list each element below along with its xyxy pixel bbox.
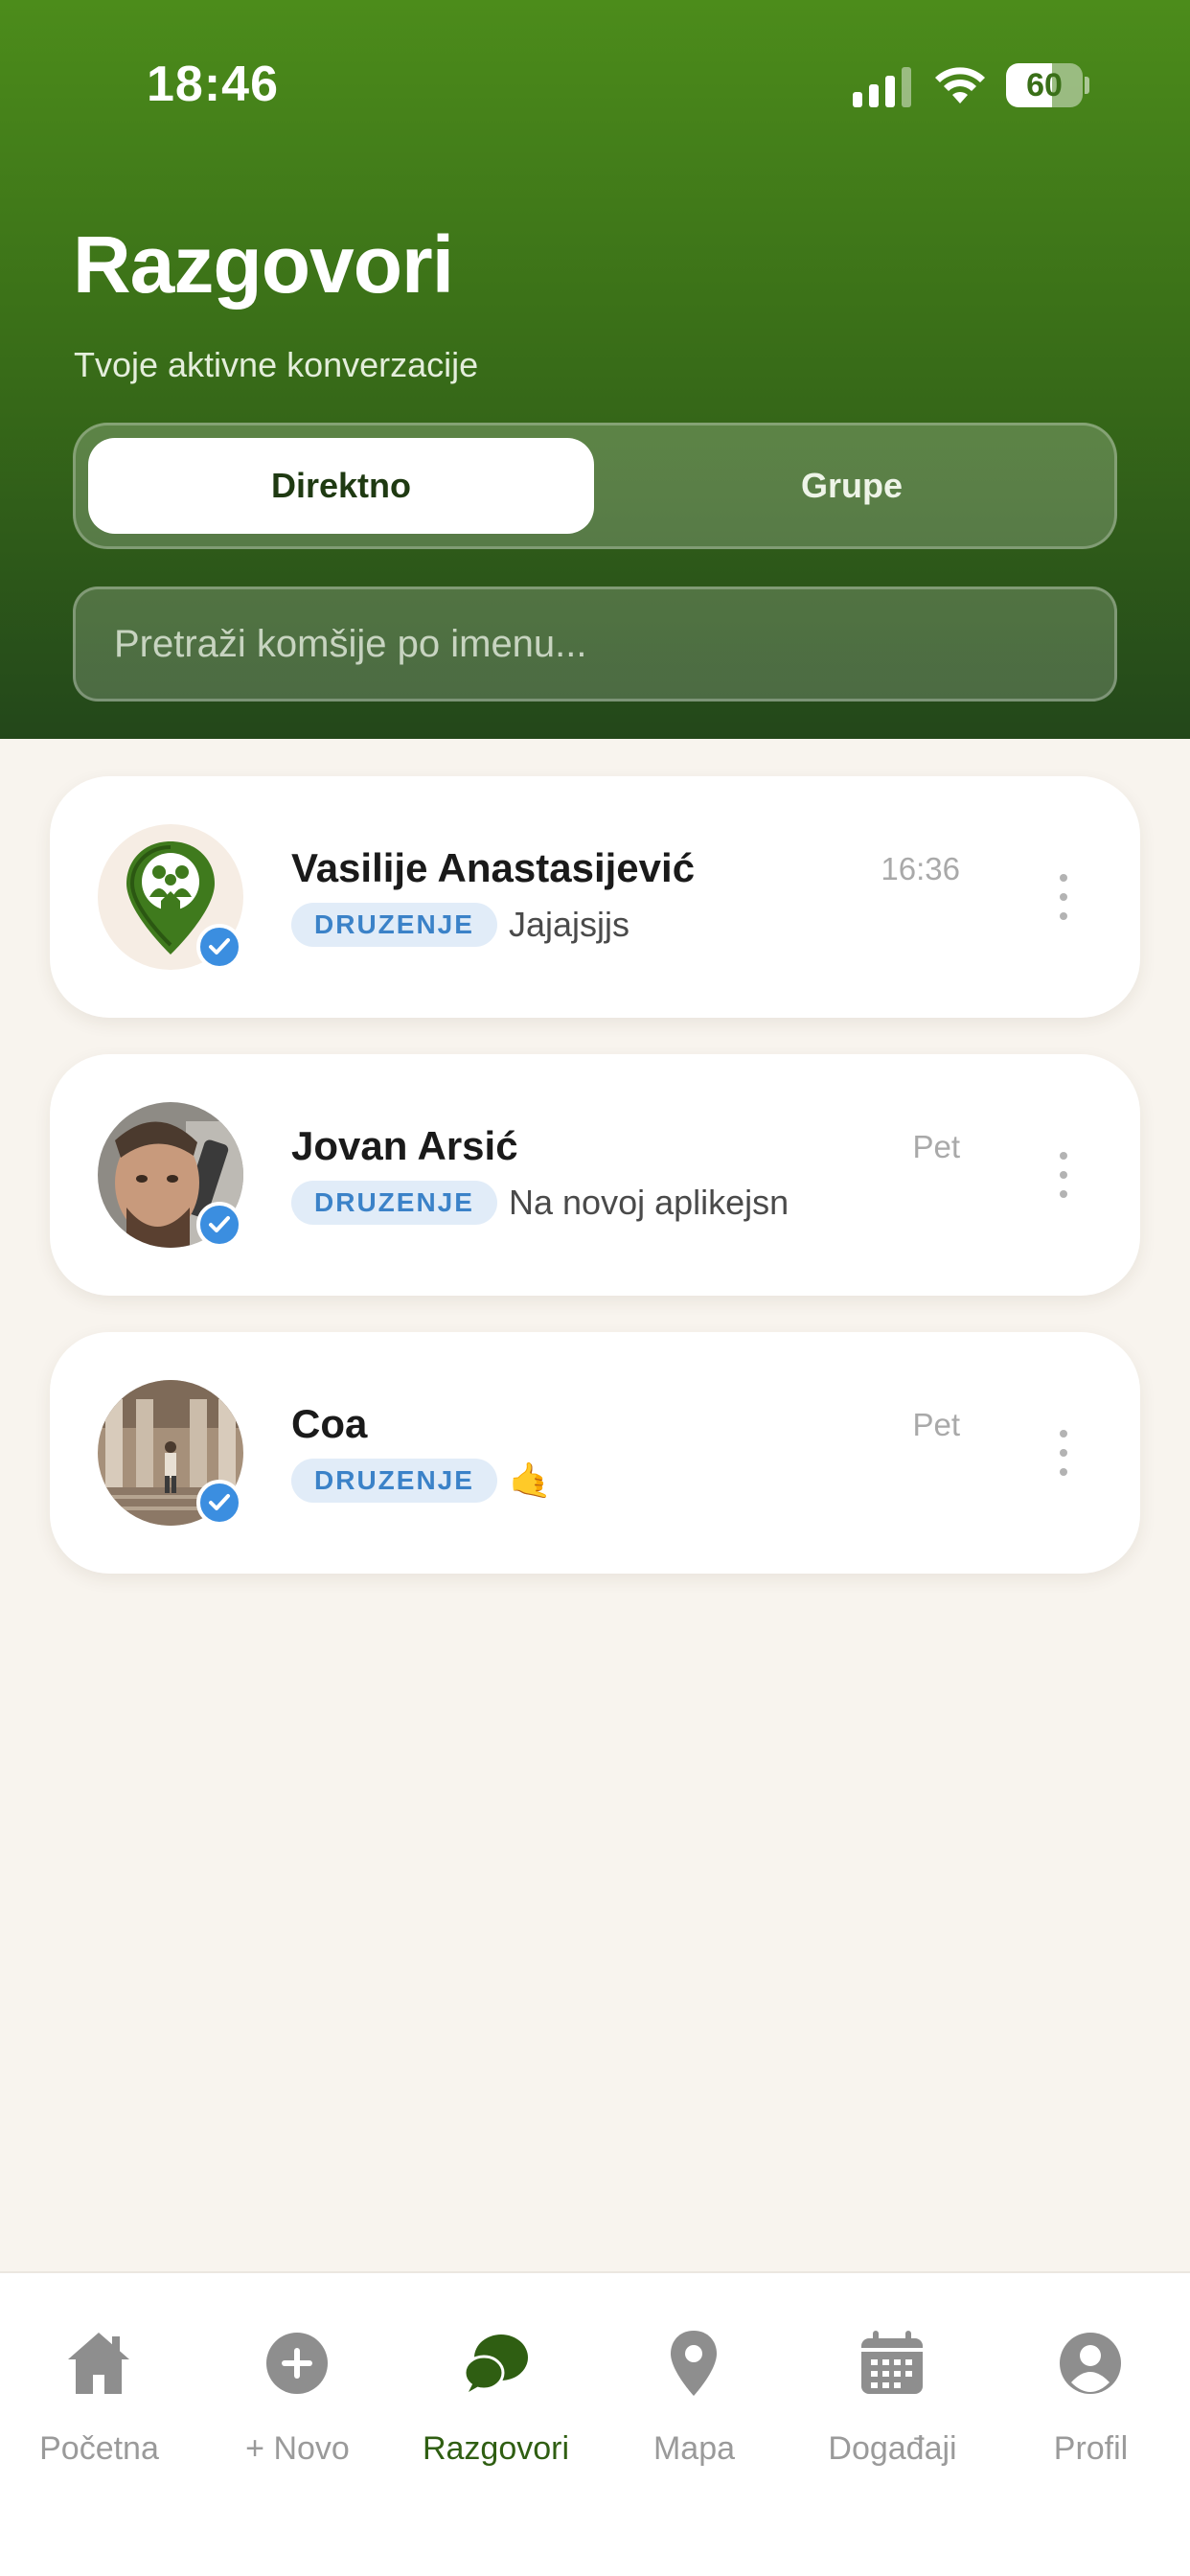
more-options-icon[interactable] [1044, 1146, 1083, 1204]
more-options-icon[interactable] [1044, 1424, 1083, 1482]
last-message: 🤙 [509, 1460, 552, 1500]
message-time: Pet [912, 1129, 960, 1164]
page-subtitle: Tvoje aktivne konverzacije [74, 345, 479, 384]
wifi-icon [935, 67, 985, 104]
tab-pocetna[interactable]: Početna [0, 2329, 198, 2482]
calendar-icon [861, 2331, 923, 2394]
status-time: 18:46 [147, 57, 279, 112]
more-options-icon[interactable] [1044, 868, 1083, 926]
tab-label: + Novo [245, 2430, 350, 2467]
tab-label: Početna [39, 2430, 159, 2467]
category-badge: DRUZENJE [291, 1459, 497, 1503]
tab-mapa[interactable]: Mapa [595, 2329, 793, 2482]
contact-name: Coa [291, 1401, 368, 1446]
tab-label: Mapa [652, 2430, 736, 2467]
conversation-card[interactable]: Jovan Arsić Pet DRUZENJE Na novoj aplike… [50, 1054, 1140, 1296]
contact-name: Vasilije Anastasijević [291, 845, 696, 890]
contact-name: Jovan Arsić [291, 1123, 518, 1168]
last-message: Na novoj aplikejsn [509, 1183, 790, 1222]
search-input[interactable] [114, 589, 1072, 699]
header: 18:46 60 Razgovori Tvoje aktivne konverz… [0, 0, 1190, 739]
map-pin-icon [671, 2331, 717, 2396]
conversation-type-switch: Direktno Grupe [73, 423, 1117, 549]
tab-label: Razgovori [422, 2430, 570, 2467]
verified-badge-icon [196, 1202, 242, 1248]
battery-tip [1085, 77, 1089, 94]
category-badge: DRUZENJE [291, 1181, 497, 1225]
message-time: 16:36 [881, 851, 960, 886]
tab-label: Profil [1053, 2430, 1129, 2467]
tab-razgovori[interactable]: Razgovori [397, 2329, 595, 2482]
conversation-card[interactable]: Coa Pet DRUZENJE 🤙 [50, 1332, 1140, 1574]
battery-percent: 60 [1026, 67, 1063, 104]
message-time: Pet [912, 1407, 960, 1442]
tab-label: Događaji [828, 2430, 957, 2467]
chat-bubbles-icon [463, 2334, 528, 2392]
last-message: Jajajsjjs [509, 905, 630, 944]
tab-dogadjaji[interactable]: Događaji [793, 2329, 992, 2482]
tab-novo[interactable]: + Novo [198, 2329, 397, 2482]
category-badge: DRUZENJE [291, 903, 497, 947]
page-title: Razgovori [73, 219, 454, 310]
conversation-card[interactable]: Vasilije Anastasijević 16:36 DRUZENJE Ja… [50, 776, 1140, 1018]
plus-circle-icon [266, 2333, 328, 2394]
verified-badge-icon [196, 1480, 242, 1526]
tab-direktno[interactable]: Direktno [88, 438, 594, 534]
verified-badge-icon [196, 924, 242, 970]
home-icon [68, 2333, 129, 2394]
battery-indicator: 60 [1006, 63, 1083, 107]
tab-grupe[interactable]: Grupe [599, 438, 1105, 534]
search-box [73, 586, 1117, 702]
tab-profil[interactable]: Profil [992, 2329, 1190, 2482]
bottom-tab-bar: Početna + Novo Razgovori Mapa Događaji P… [0, 2271, 1190, 2576]
cellular-signal-icon [853, 67, 911, 107]
user-circle-icon [1060, 2333, 1121, 2394]
